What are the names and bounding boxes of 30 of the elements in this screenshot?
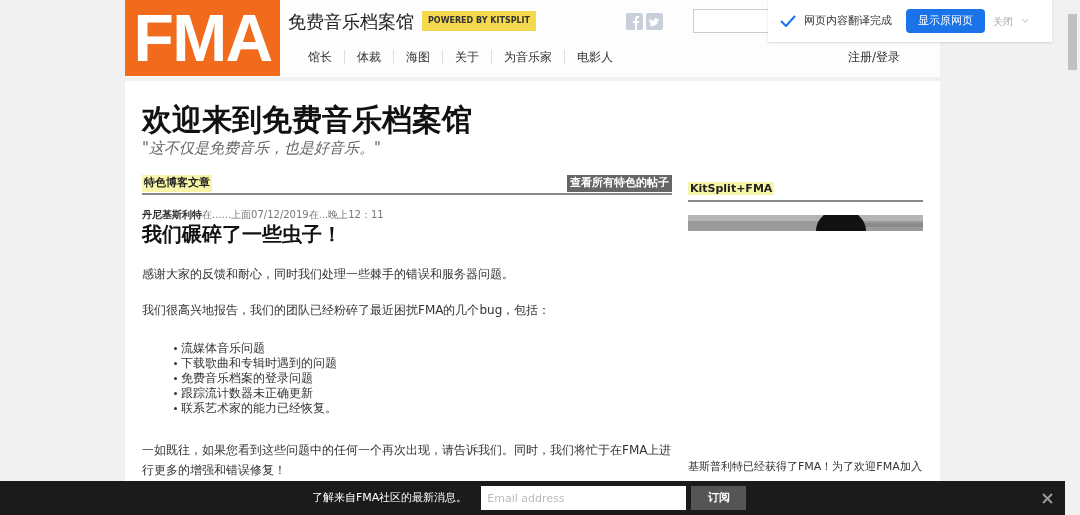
page-heading: 欢迎来到免费音乐档案馆	[142, 101, 473, 139]
email-field[interactable]: Email address	[481, 486, 687, 510]
translate-message: 网页内容翻译完成	[804, 12, 892, 29]
powered-by-badge[interactable]: POWERED BY KITSPLIT	[422, 11, 537, 31]
bullet-item: 流媒体音乐问题	[181, 340, 265, 356]
nav-link[interactable]: 电影人	[565, 48, 625, 66]
subscribe-button[interactable]: 订阅	[691, 486, 747, 510]
nav-link[interactable]: 体裁	[345, 48, 393, 66]
sidebar-text: 基斯普利特已经获得了FMA！为了欢迎FMA加入	[688, 459, 923, 476]
tagline: "这不仅是免费音乐，也是好音乐。"	[142, 138, 382, 158]
post-title: 我们碾碎了一些虫子！	[142, 221, 343, 247]
bullet-item: 免费音乐档案的登录问题	[181, 370, 313, 386]
section-label: 特色博客文章	[142, 175, 212, 192]
post-paragraph: 一如既往，如果您看到这些问题中的任何一个再次出现，请告诉我们。同时，我们将忙于在FMA上进行更多的增强和错误修复！	[142, 441, 672, 479]
view-all-link[interactable]: 查看所有特色的帖子	[567, 175, 672, 192]
post-paragraph: 感谢大家的反馈和耐心，同时我们处理一些棘手的错误和服务器问题。	[142, 265, 515, 283]
section-label: KitSplit+FMA	[688, 182, 775, 196]
bullet-item: 跟踪流计数器未正确更新	[181, 385, 313, 401]
nav-link[interactable]: 海图	[394, 48, 442, 66]
show-original-button[interactable]: 显示原网页	[906, 9, 985, 33]
post-paragraph: 我们很高兴地报告，我们的团队已经粉碎了最近困扰FMA的几个bug，包括：	[142, 301, 552, 319]
post-meta: 丹尼基斯利特在......上面07/12/2019在...晚上12：11	[142, 207, 385, 222]
nav-link[interactable]: 馆长	[296, 48, 344, 66]
bullet-item: 联系艺术家的能力已经恢复。	[181, 400, 337, 416]
login-link[interactable]: 注册/登录	[847, 48, 900, 66]
newsletter-message: 了解来自FMA社区的最新消息。	[312, 489, 468, 506]
nav-link[interactable]: 为音乐家	[492, 48, 564, 66]
bullet-item: 下载歌曲和专辑时遇到的问题	[181, 355, 337, 371]
nav-link[interactable]: 关于	[443, 48, 491, 66]
site-name: 免费音乐档案馆	[288, 9, 414, 34]
